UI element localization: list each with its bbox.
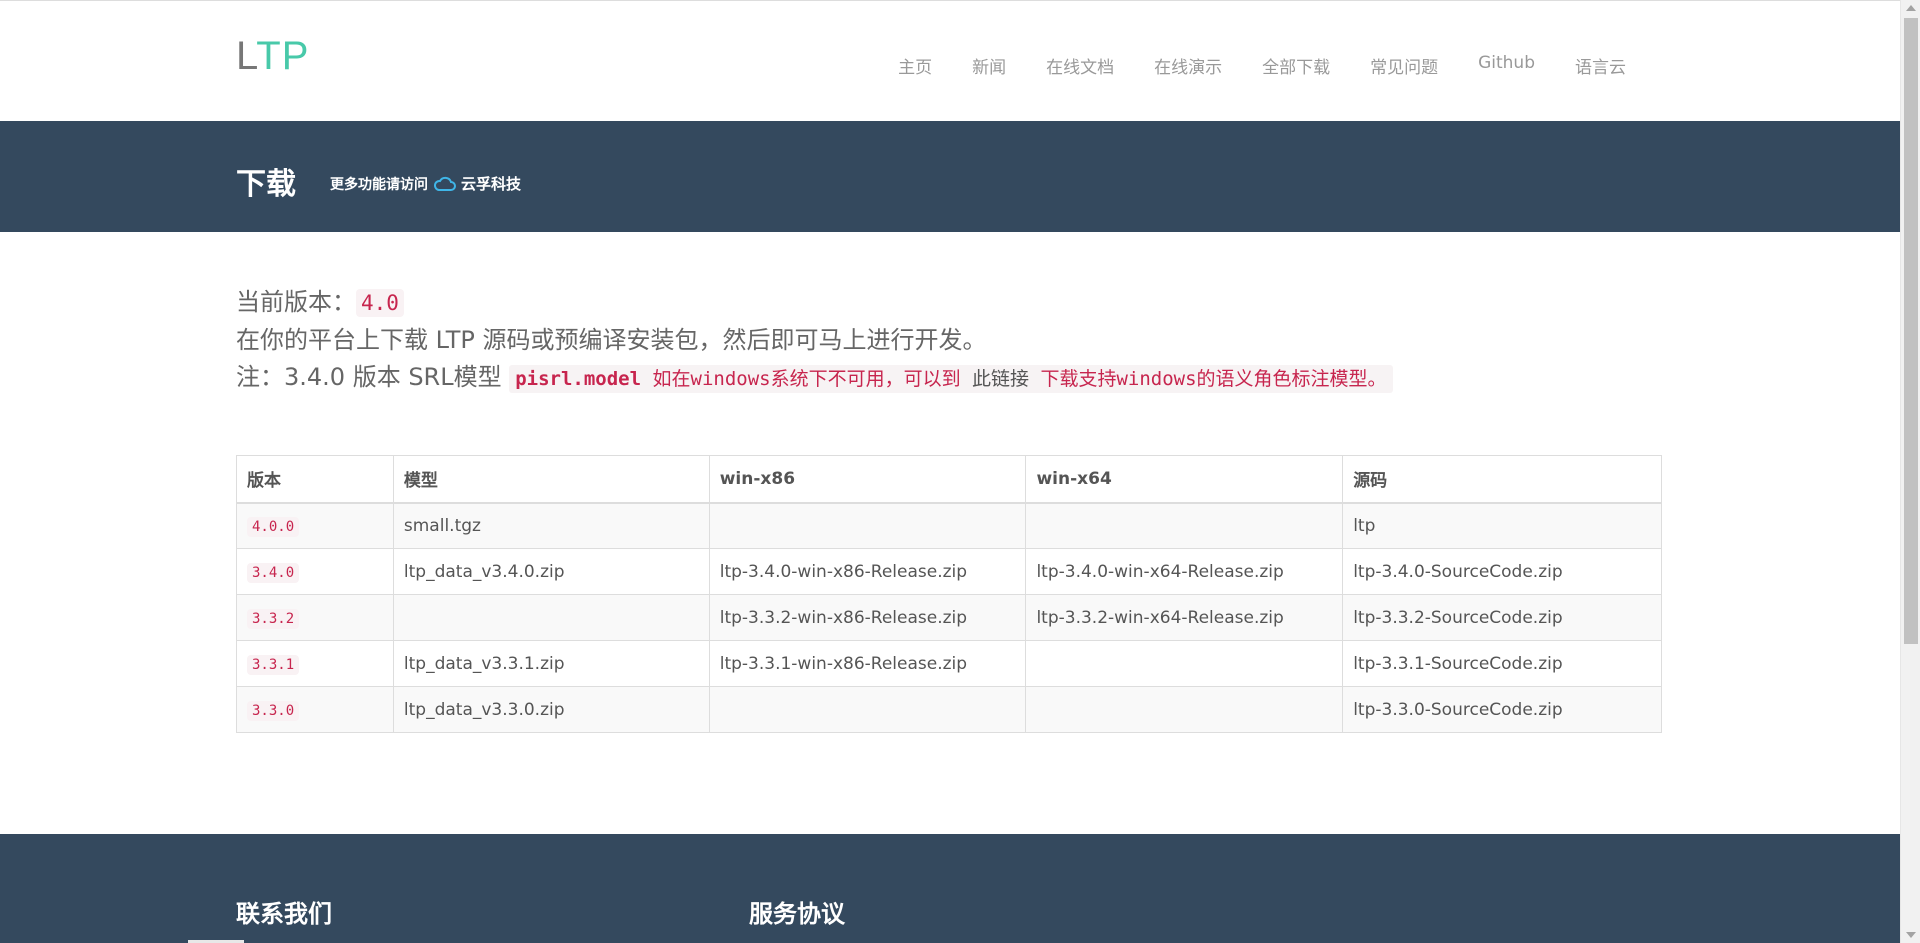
nav-home[interactable]: 主页	[898, 53, 932, 78]
cell-version: 3.3.1	[236, 640, 394, 687]
cell-version: 3.3.2	[236, 594, 394, 641]
th-win-x64: win-x64	[1025, 455, 1344, 504]
footer: 联系我们 服务协议	[0, 834, 1900, 943]
promo-text: 更多功能请访问	[330, 176, 428, 193]
cloud-icon	[434, 176, 456, 192]
promo-link[interactable]: 更多功能请访问 云孚科技	[330, 173, 521, 194]
th-source: 源码	[1342, 455, 1662, 504]
cell-win-x86-link[interactable]: ltp-3.4.0-win-x86-Release.zip	[708, 548, 1027, 595]
cell-model-link[interactable]: ltp_data_v3.3.0.zip	[392, 686, 710, 733]
srl-model-link[interactable]: 此链接	[972, 368, 1029, 390]
scroll-down-icon[interactable]	[1906, 932, 1916, 938]
brand-link[interactable]: 云孚科技	[434, 173, 521, 194]
current-version: 当前版本： 4.0	[236, 284, 1662, 322]
cell-source-link[interactable]: ltp-3.3.0-SourceCode.zip	[1342, 686, 1662, 733]
th-version: 版本	[236, 455, 394, 504]
cell-source-link[interactable]: ltp-3.4.0-SourceCode.zip	[1342, 548, 1662, 595]
th-win-x86: win-x86	[708, 455, 1027, 504]
page-header: 下载 更多功能请访问 云孚科技	[0, 121, 1900, 232]
cell-source-link[interactable]: ltp	[1342, 502, 1662, 549]
cell-version: 3.4.0	[236, 548, 394, 595]
cell-model-link[interactable]: ltp_data_v3.4.0.zip	[392, 548, 710, 595]
nav-download[interactable]: 全部下载	[1262, 53, 1330, 78]
brand-name: 云孚科技	[461, 175, 522, 193]
table-header-row: 版本 模型 win-x86 win-x64 源码	[236, 455, 1662, 504]
nav-docs[interactable]: 在线文档	[1046, 53, 1114, 78]
top-navbar: LTP 主页 新闻 在线文档 在线演示 全部下载 常见问题 Github 语言云	[0, 0, 1900, 121]
download-intro: 当前版本： 4.0 在你的平台上下载 LTP 源码或预编译安装包，然后即可马上进行…	[236, 284, 1662, 398]
footer-terms-heading: 服务协议	[749, 900, 845, 928]
nav-news[interactable]: 新闻	[972, 53, 1006, 78]
footer-contact-heading: 联系我们	[236, 900, 332, 928]
scrollbar-thumb[interactable]	[1904, 18, 1918, 644]
cell-source-link[interactable]: ltp-3.3.2-SourceCode.zip	[1342, 594, 1662, 641]
table-row: 3.3.2 ltp-3.3.2-win-x86-Release.zip ltp-…	[236, 594, 1662, 641]
cell-source-link[interactable]: ltp-3.3.1-SourceCode.zip	[1342, 640, 1662, 687]
cell-model-link[interactable]: ltp_data_v3.3.1.zip	[392, 640, 710, 687]
th-model: 模型	[392, 455, 710, 504]
cell-win-x64	[1025, 686, 1344, 733]
cell-win-x64-link[interactable]: ltp-3.4.0-win-x64-Release.zip	[1025, 548, 1344, 595]
cell-win-x86	[708, 502, 1027, 549]
cell-win-x64	[1025, 502, 1344, 549]
nav-ltp-cloud[interactable]: 语言云	[1575, 53, 1626, 78]
srl-note: 注：3.4.0 版本 SRL模型 pisrl.model 如在windows系统…	[236, 359, 1662, 398]
cell-win-x64	[1025, 640, 1344, 687]
srl-note-code: pisrl.model 如在windows系统下不可用，可以到 此链接 下载支持…	[509, 365, 1393, 393]
cell-win-x86-link[interactable]: ltp-3.3.1-win-x86-Release.zip	[708, 640, 1027, 687]
table-row: 3.3.0 ltp_data_v3.3.0.zip ltp-3.3.0-Sour…	[236, 686, 1662, 733]
cell-model-link[interactable]: small.tgz	[392, 502, 710, 549]
vertical-scrollbar[interactable]	[1900, 0, 1920, 943]
main-nav: 主页 新闻 在线文档 在线演示 全部下载 常见问题 Github 语言云	[898, 53, 1626, 78]
nav-faq[interactable]: 常见问题	[1370, 53, 1438, 78]
page-title: 下载	[236, 167, 296, 202]
cell-model	[392, 594, 710, 641]
page: LTP 主页 新闻 在线文档 在线演示 全部下载 常见问题 Github 语言云…	[0, 0, 1900, 943]
scroll-up-icon[interactable]	[1906, 5, 1916, 11]
version-code: 4.0	[356, 289, 404, 317]
table-row: 3.3.1 ltp_data_v3.3.1.zip ltp-3.3.1-win-…	[236, 640, 1662, 687]
logo[interactable]: LTP	[236, 34, 309, 79]
intro-text: 在你的平台上下载 LTP 源码或预编译安装包，然后即可马上进行开发。	[236, 326, 987, 354]
table-row: 4.0.0 small.tgz ltp	[236, 502, 1662, 549]
cell-win-x86	[708, 686, 1027, 733]
nav-demo[interactable]: 在线演示	[1154, 53, 1222, 78]
table-row: 3.4.0 ltp_data_v3.4.0.zip ltp-3.4.0-win-…	[236, 548, 1662, 595]
cell-win-x86-link[interactable]: ltp-3.3.2-win-x86-Release.zip	[708, 594, 1027, 641]
cell-version: 3.3.0	[236, 686, 394, 733]
downloads-table: 版本 模型 win-x86 win-x64 源码 4.0.0 small.tgz…	[236, 455, 1662, 733]
nav-github[interactable]: Github	[1478, 53, 1535, 78]
cell-win-x64-link[interactable]: ltp-3.3.2-win-x64-Release.zip	[1025, 594, 1344, 641]
cell-version: 4.0.0	[236, 502, 394, 549]
